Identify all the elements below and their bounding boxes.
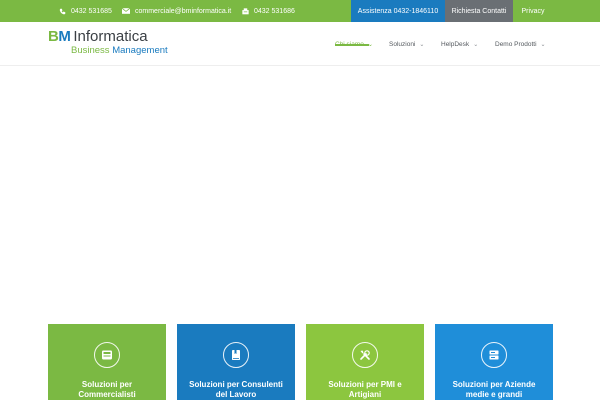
chevron-down-icon: ⌄ — [419, 41, 425, 48]
card-title: Soluzioni per Aziende medie e grandi — [452, 380, 536, 399]
phone-icon — [58, 7, 66, 15]
nav-item-demo-prodotti[interactable]: Demo Prodotti ⌄ — [495, 22, 546, 66]
phone-number: 0432 531685 — [71, 7, 112, 15]
calculator-icon — [94, 342, 120, 368]
envelope-icon — [122, 7, 130, 15]
logo-wordmark: BM Informatica — [48, 28, 148, 46]
tools-icon — [352, 342, 378, 368]
card-aziende[interactable]: Soluzioni per Aziende medie e grandi — [435, 324, 553, 400]
phone-contact[interactable]: 0432 531685 — [58, 0, 112, 22]
nav-item-chi-siamo[interactable]: Chi siamo ⌄ — [335, 22, 373, 66]
card-title: Soluzioni per Commercialisti — [78, 380, 136, 399]
card-consulenti-lavoro[interactable]: Soluzioni per Consulenti del Lavoro — [177, 324, 295, 400]
logo-name: Informatica — [73, 28, 148, 45]
chevron-down-icon: ⌄ — [367, 41, 373, 48]
card-pmi-artigiani[interactable]: Soluzioni per PMI e Artigiani — [306, 324, 424, 400]
email-address: commerciale@bminformatica.it — [135, 7, 232, 15]
card-title: Soluzioni per Consulenti del Lavoro — [189, 380, 283, 399]
chevron-down-icon: ⌄ — [540, 41, 546, 48]
site-header: BM Informatica Business Management Chi s… — [0, 22, 600, 66]
nav-item-helpdesk[interactable]: HelpDesk ⌄ — [441, 22, 478, 66]
fax-number: 0432 531686 — [254, 7, 295, 15]
card-commercialisti[interactable]: Soluzioni per Commercialisti — [48, 324, 166, 400]
logo-bm: BM — [48, 28, 71, 45]
top-bar: 0432 531685 commerciale@bminformatica.it… — [0, 0, 600, 22]
card-title: Soluzioni per PMI e Artigiani — [328, 380, 402, 399]
fax-contact: 0432 531686 — [241, 0, 295, 22]
logo-tagline: Business Management — [71, 45, 168, 56]
email-contact[interactable]: commerciale@bminformatica.it — [122, 0, 231, 22]
nav-item-soluzioni[interactable]: Soluzioni ⌄ — [389, 22, 424, 66]
richiesta-contatti-button[interactable]: Richiesta Contatti — [445, 0, 513, 22]
assistenza-button[interactable]: Assistenza 0432-1846110 — [351, 0, 445, 22]
book-icon — [223, 342, 249, 368]
server-icon — [481, 342, 507, 368]
fax-icon — [241, 7, 249, 15]
hero-area — [0, 67, 600, 324]
chevron-down-icon: ⌄ — [473, 41, 479, 48]
privacy-link[interactable]: Privacy — [513, 0, 553, 22]
